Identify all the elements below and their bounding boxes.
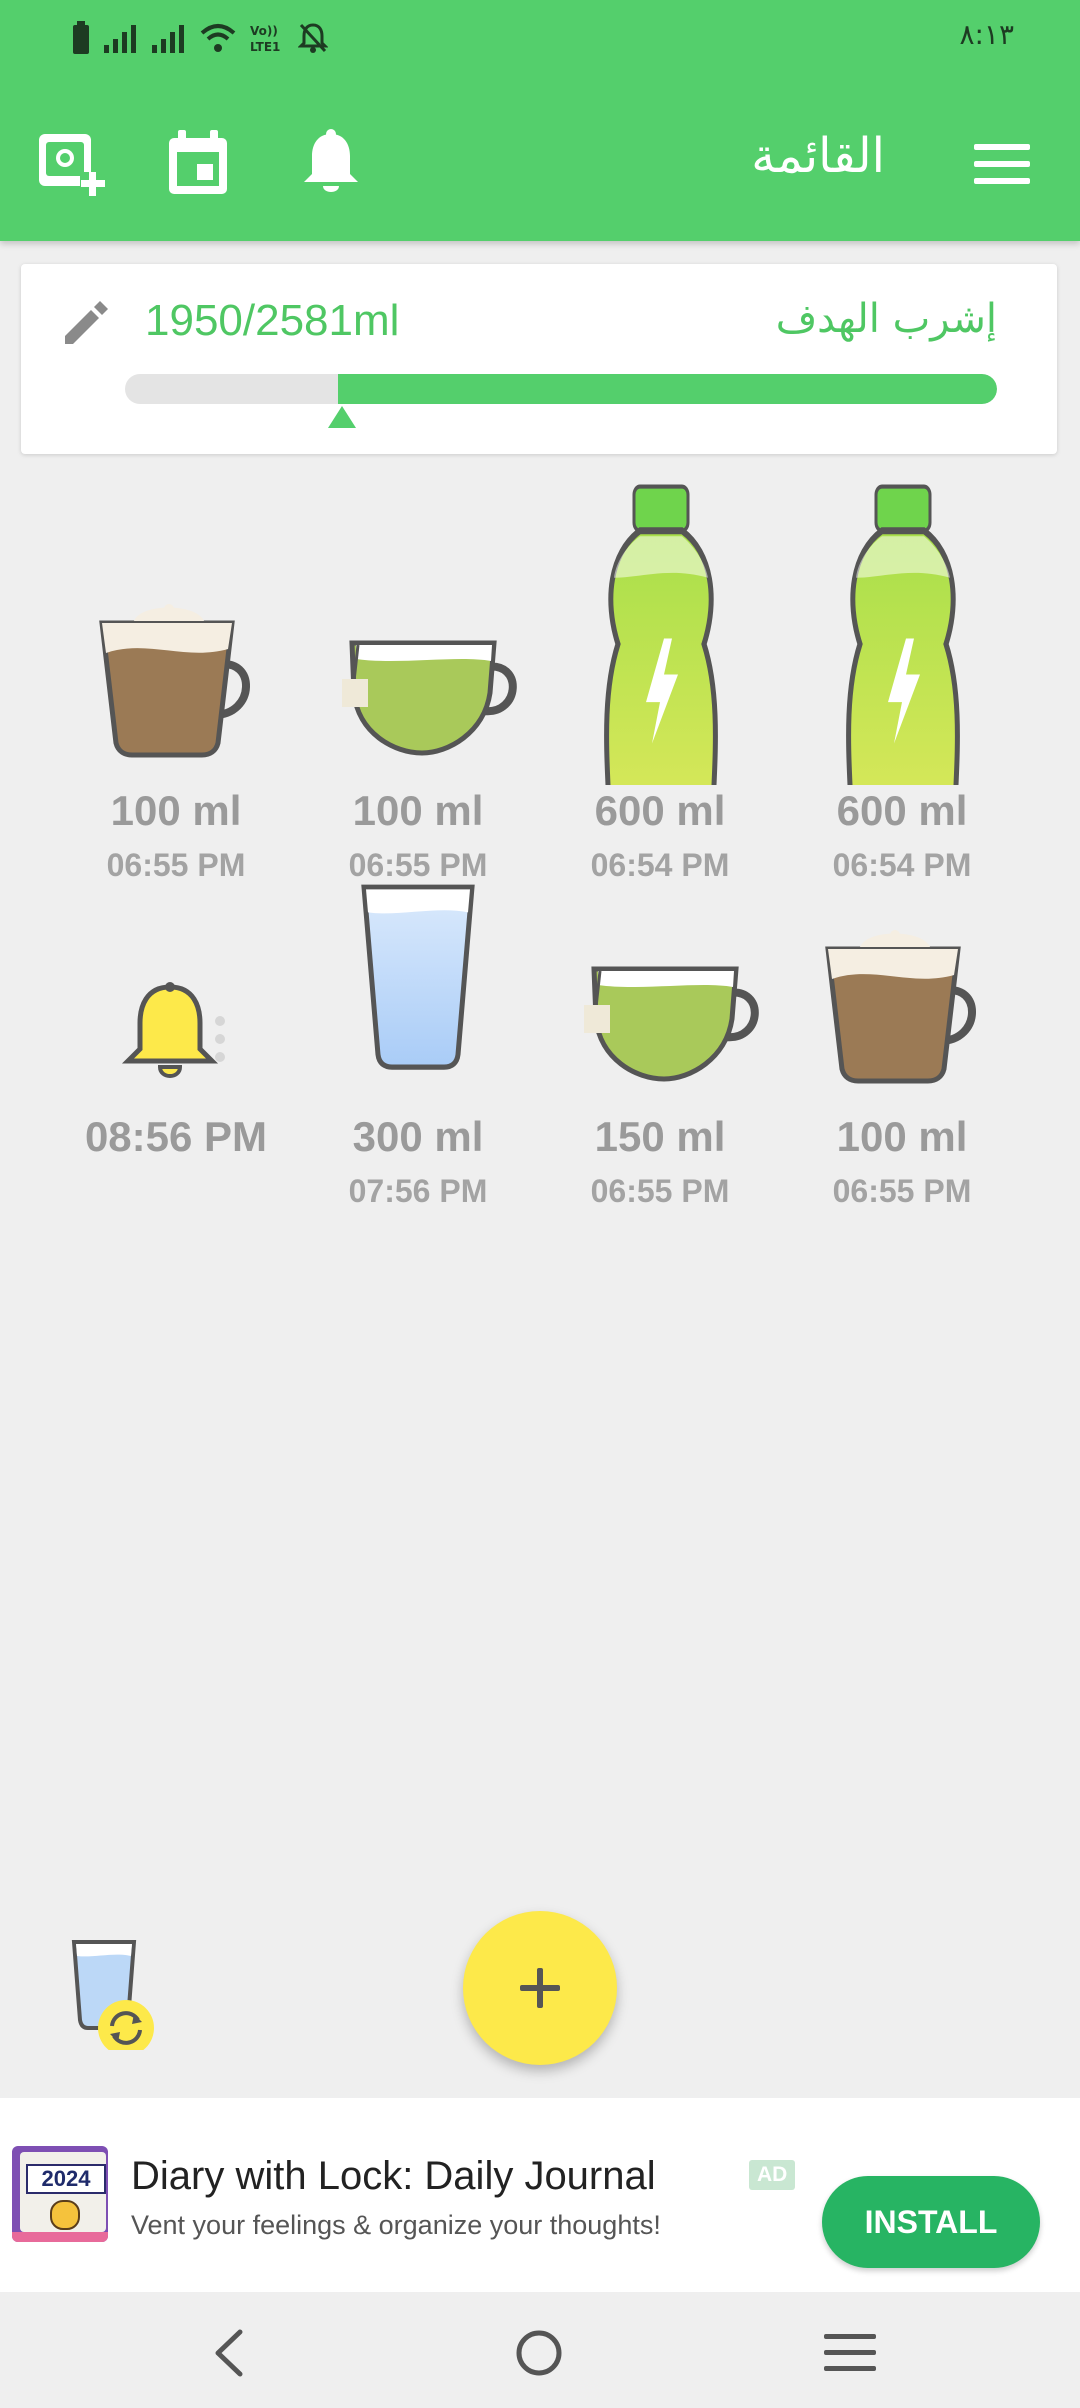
- drink-time: 07:56 PM: [348, 1173, 488, 1209]
- drink-amount: 100 ml: [352, 787, 484, 834]
- energy-drink-bottle-icon: [604, 484, 718, 785]
- drink-amount: 600 ml: [836, 787, 968, 834]
- notifications-off-icon: [298, 23, 328, 53]
- goal-card: 1950/2581ml إشرب الهدف: [21, 264, 1057, 454]
- drink-time: 06:55 PM: [590, 1173, 730, 1209]
- drink-amount: 600 ml: [594, 787, 726, 834]
- back-icon[interactable]: [208, 2328, 248, 2378]
- add-photo-icon[interactable]: [36, 128, 106, 198]
- tea-cup-icon: [584, 966, 759, 1082]
- goal-progress-bar: [125, 374, 997, 404]
- add-drink-button[interactable]: [463, 1911, 617, 2065]
- drink-time: 06:55 PM: [106, 847, 246, 883]
- switch-cup-button[interactable]: [64, 1930, 164, 2050]
- drink-time: 06:55 PM: [832, 1173, 972, 1209]
- drink-amount: 100 ml: [836, 1113, 968, 1160]
- drink-entry[interactable]: 600 ml 06:54 PM: [540, 484, 780, 895]
- signal-icon: [104, 25, 136, 53]
- signal-icon: [152, 25, 184, 53]
- bell-icon[interactable]: [296, 128, 366, 198]
- ad-banner[interactable]: 2024 Diary with Lock: Daily Journal Vent…: [0, 2098, 1080, 2292]
- water-glass-icon: [361, 884, 475, 1070]
- reminder-entry[interactable]: 08:56 PM: [56, 891, 296, 1221]
- drink-entry[interactable]: 600 ml 06:54 PM: [782, 484, 1022, 895]
- drink-amount: 150 ml: [594, 1113, 726, 1160]
- tea-cup-icon: [342, 640, 517, 756]
- ad-app-icon[interactable]: 2024: [12, 2146, 108, 2242]
- status-time: ٨:١٣: [959, 18, 1014, 51]
- svg-text:Vo)): Vo)): [250, 24, 278, 38]
- toolbar-title: القائمة: [751, 128, 885, 184]
- more-icon[interactable]: [213, 1015, 227, 1063]
- ad-subtitle: Vent your feelings & organize your thoug…: [131, 2210, 661, 2240]
- drink-entry[interactable]: 300 ml 07:56 PM: [298, 884, 538, 1221]
- battery-icon: [73, 21, 89, 54]
- svg-text:LTE1: LTE1: [250, 40, 280, 54]
- volte-icon: Vo)) LTE1: [250, 24, 280, 54]
- ad-badge: AD: [749, 2160, 796, 2190]
- drink-entry[interactable]: 150 ml 06:55 PM: [540, 891, 780, 1221]
- plus-icon: [520, 1968, 560, 2008]
- drink-time: 06:54 PM: [832, 847, 972, 883]
- ad-title: Diary with Lock: Daily Journal: [131, 2154, 656, 2198]
- calendar-icon[interactable]: [163, 128, 233, 198]
- edit-icon[interactable]: [59, 298, 111, 350]
- energy-drink-bottle-icon: [846, 484, 960, 785]
- drink-amount: 100 ml: [110, 787, 242, 834]
- goal-progress-marker: [328, 406, 356, 428]
- system-nav-bar: [0, 2292, 1080, 2408]
- drink-entry[interactable]: 100 ml 06:55 PM: [298, 565, 538, 895]
- recents-icon[interactable]: [824, 2332, 876, 2374]
- drink-entry[interactable]: 100 ml 06:55 PM: [782, 891, 1022, 1221]
- drink-amount: 300 ml: [352, 1113, 484, 1160]
- app-bar: Vo)) LTE1 ٨:١٣ القائمة: [0, 0, 1080, 241]
- install-button[interactable]: INSTALL: [822, 2176, 1040, 2268]
- goal-progress-fill: [338, 374, 997, 404]
- goal-value: 1950/2581ml: [145, 296, 400, 345]
- drink-entry[interactable]: 100 ml 06:55 PM: [56, 565, 296, 895]
- wifi-icon: [200, 24, 236, 52]
- ad-app-icon-text: 2024: [41, 2166, 91, 2191]
- drink-time: 06:54 PM: [590, 847, 730, 883]
- status-icons: Vo)) LTE1: [72, 18, 328, 58]
- coffee-cup-icon: [825, 930, 976, 1084]
- coffee-cup-icon: [99, 604, 250, 758]
- drink-time: 06:55 PM: [348, 847, 488, 883]
- goal-label: إشرب الهدف: [775, 296, 997, 342]
- menu-icon[interactable]: [974, 142, 1030, 186]
- home-icon[interactable]: [514, 2328, 564, 2378]
- reminder-time: 08:56 PM: [84, 1113, 268, 1160]
